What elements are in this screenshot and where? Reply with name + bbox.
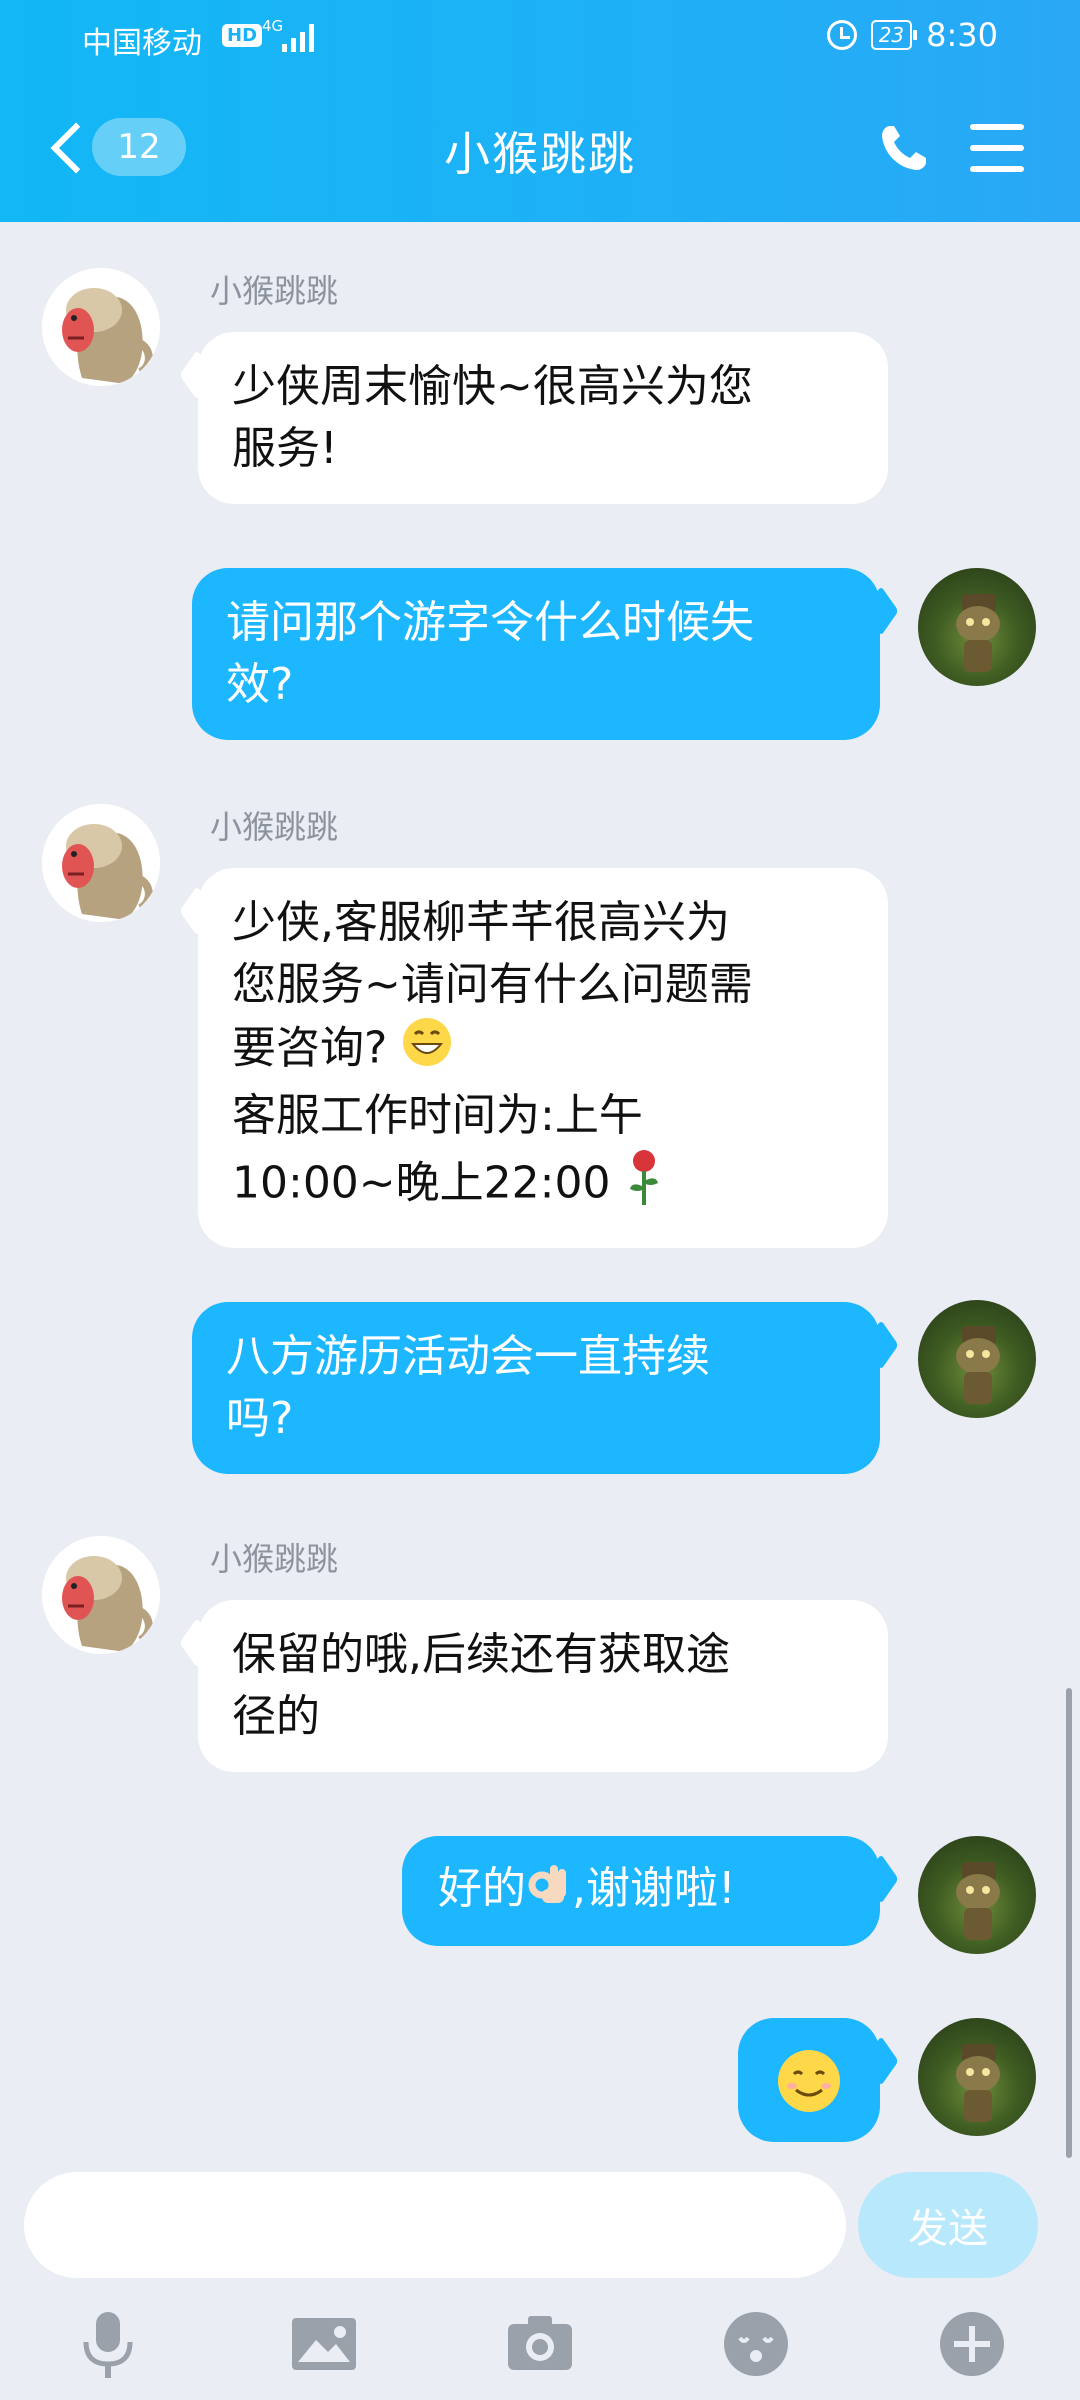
carrier-label: 中国移动 [82, 26, 202, 61]
phone-icon[interactable] [876, 120, 932, 176]
incoming-message[interactable]: 少侠,客服柳芊芊很高兴为 您服务~请问有什么问题需 要咨询? 客服工作时间为:上… [198, 868, 888, 1248]
message-line: 保留的哦,后续还有获取途 [232, 1629, 730, 1680]
message-line: 服务! [232, 423, 338, 474]
menu-icon[interactable] [970, 124, 1024, 172]
message-line: 客服工作时间为:上午 [232, 1090, 643, 1141]
send-button[interactable]: 发送 [858, 2172, 1038, 2278]
status-bar: 中国移动 HD 4G 23 8:30 [0, 14, 1080, 61]
title-bar: 中国移动 HD 4G 23 8:30 12 小猴跳跳 [0, 0, 1080, 222]
rose-emoji-icon [624, 1147, 664, 1224]
plus-icon[interactable] [932, 2304, 1012, 2384]
alarm-icon [826, 20, 857, 50]
message-line: 要咨询? [232, 1016, 854, 1085]
message-line: 八方游历活动会一直持续 [226, 1331, 710, 1382]
smile-emoji-icon [776, 2048, 842, 2131]
message-line: 少侠周末愉快~很高兴为您 [232, 361, 753, 412]
message-line: 少侠,客服柳芊芊很高兴为 [232, 897, 730, 948]
hd-badge: HD [222, 24, 263, 47]
message-line: 您服务~请问有什么问题需 [232, 959, 753, 1010]
contact-avatar[interactable] [42, 1536, 160, 1654]
message-line: 效? [226, 659, 294, 710]
user-avatar[interactable] [918, 1836, 1036, 1954]
message-input[interactable] [24, 2172, 846, 2278]
outgoing-message[interactable] [738, 2018, 880, 2142]
outgoing-message[interactable]: 好的 ,谢谢啦! [402, 1836, 880, 1946]
clock: 8:30 [926, 16, 998, 54]
ok-hand-emoji-icon [526, 1859, 572, 1924]
network-label: 4G [262, 17, 284, 35]
contact-avatar[interactable] [42, 804, 160, 922]
message-line: 10:00~晚上22:00 [232, 1147, 854, 1224]
scrollbar[interactable] [1066, 1688, 1072, 2158]
outgoing-message[interactable]: 请问那个游字令什么时候失 效? [192, 568, 880, 740]
compose-bar: 发送 [0, 2168, 1080, 2290]
message-list[interactable]: 小猴跳跳 少侠周末愉快~很高兴为您 服务! 请问那个游字令什么时候失 效? 小猴… [0, 222, 1080, 2170]
user-avatar[interactable] [918, 568, 1036, 686]
contact-avatar[interactable] [42, 268, 160, 386]
message-line: 好的 ,谢谢啦! [438, 1858, 844, 1924]
message-line: 请问那个游字令什么时候失 [226, 597, 754, 648]
input-toolbar [0, 2290, 1080, 2400]
sender-name: 小猴跳跳 [210, 1540, 339, 1578]
incoming-message[interactable]: 少侠周末愉快~很高兴为您 服务! [198, 332, 888, 504]
grin-emoji-icon [401, 1016, 453, 1085]
camera-icon[interactable] [500, 2304, 580, 2384]
sender-name: 小猴跳跳 [210, 808, 339, 846]
microphone-icon[interactable] [68, 2304, 148, 2384]
sender-name: 小猴跳跳 [210, 272, 339, 310]
image-icon[interactable] [284, 2304, 364, 2384]
message-line: 吗? [226, 1393, 294, 1444]
incoming-message[interactable]: 保留的哦,后续还有获取途 径的 [198, 1600, 888, 1772]
signal-icon [282, 22, 314, 52]
user-avatar[interactable] [918, 2018, 1036, 2136]
message-line: 径的 [232, 1691, 320, 1742]
user-avatar[interactable] [918, 1300, 1036, 1418]
emoji-icon[interactable] [716, 2304, 796, 2384]
nav-bar: 12 小猴跳跳 [0, 104, 1080, 192]
outgoing-message[interactable]: 八方游历活动会一直持续 吗? [192, 1302, 880, 1474]
battery-icon: 23 [870, 20, 918, 50]
